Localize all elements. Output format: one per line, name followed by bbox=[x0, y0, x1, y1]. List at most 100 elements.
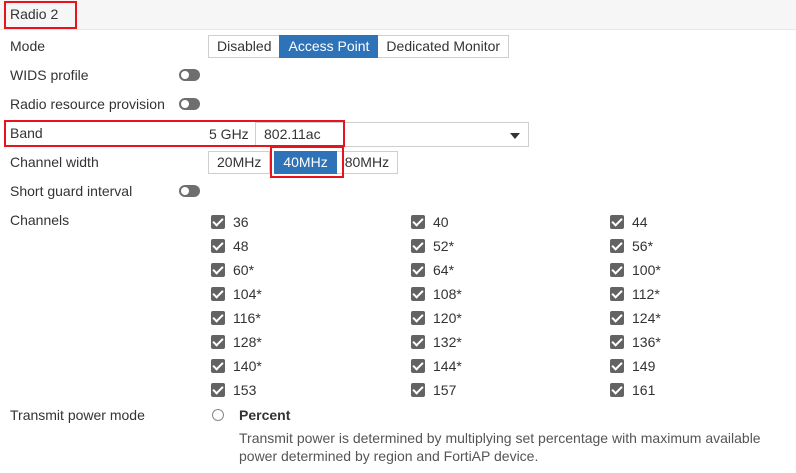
channel-label: 120* bbox=[433, 310, 462, 326]
channel-checkbox-64[interactable]: 64* bbox=[411, 261, 454, 279]
channel-checkbox-157[interactable]: 157 bbox=[411, 381, 456, 399]
channel-checkbox-108[interactable]: 108* bbox=[411, 285, 462, 303]
checkbox-checked-icon bbox=[211, 335, 225, 349]
channel-checkbox-153[interactable]: 153 bbox=[211, 381, 256, 399]
channel-label: 144* bbox=[433, 358, 462, 374]
checkbox-checked-icon bbox=[211, 311, 225, 325]
channel-checkbox-40[interactable]: 40 bbox=[411, 213, 449, 231]
checkbox-checked-icon bbox=[411, 263, 425, 277]
mode-access-point-button[interactable]: Access Point bbox=[279, 35, 379, 58]
checkbox-checked-icon bbox=[610, 215, 624, 229]
checkbox-checked-icon bbox=[211, 287, 225, 301]
checkbox-checked-icon bbox=[411, 359, 425, 373]
channel-label: 100* bbox=[632, 262, 661, 278]
channel-label: 157 bbox=[433, 382, 457, 398]
channel-label: 40 bbox=[433, 214, 449, 230]
transmit-power-mode-label: Transmit power mode bbox=[10, 407, 145, 423]
channel-checkbox-132[interactable]: 132* bbox=[411, 333, 462, 351]
wids-profile-toggle[interactable] bbox=[179, 69, 200, 81]
channel-checkbox-60[interactable]: 60* bbox=[211, 261, 254, 279]
toggle-knob bbox=[181, 71, 189, 79]
checkbox-checked-icon bbox=[610, 239, 624, 253]
checkbox-checked-icon bbox=[610, 359, 624, 373]
transmit-power-description: Transmit power is determined by multiply… bbox=[239, 430, 761, 464]
percent-option-label: Percent bbox=[239, 407, 291, 423]
channel-label: 36 bbox=[233, 214, 249, 230]
channel-checkbox-112[interactable]: 112* bbox=[610, 285, 660, 303]
channel-width-80mhz-button[interactable]: 80MHz bbox=[335, 151, 399, 174]
checkbox-checked-icon bbox=[610, 383, 624, 397]
channel-checkbox-44[interactable]: 44 bbox=[610, 213, 648, 231]
short-guard-interval-label: Short guard interval bbox=[10, 183, 133, 199]
channel-checkbox-140[interactable]: 140* bbox=[211, 357, 262, 375]
channel-label: 48 bbox=[233, 238, 249, 254]
channel-width-20mhz-button[interactable]: 20MHz bbox=[208, 151, 271, 174]
channel-checkbox-116[interactable]: 116* bbox=[211, 309, 261, 327]
checkbox-checked-icon bbox=[610, 263, 624, 277]
channel-label: 124* bbox=[632, 310, 661, 326]
channel-checkbox-144[interactable]: 144* bbox=[411, 357, 462, 375]
channel-label: 136* bbox=[632, 334, 661, 350]
channel-label: 140* bbox=[233, 358, 262, 374]
channel-checkbox-36[interactable]: 36 bbox=[211, 213, 249, 231]
checkbox-checked-icon bbox=[411, 239, 425, 253]
mode-button-group: Disabled Access Point Dedicated Monitor bbox=[208, 35, 510, 58]
checkbox-checked-icon bbox=[411, 287, 425, 301]
percent-radio[interactable] bbox=[212, 409, 224, 421]
mode-label: Mode bbox=[10, 38, 46, 54]
checkbox-checked-icon bbox=[411, 335, 425, 349]
toggle-knob bbox=[181, 187, 189, 195]
checkbox-checked-icon bbox=[610, 335, 624, 349]
checkbox-checked-icon bbox=[411, 215, 425, 229]
channel-label: 56* bbox=[632, 238, 654, 254]
channel-width-label: Channel width bbox=[10, 154, 99, 170]
channel-checkbox-124[interactable]: 124* bbox=[610, 309, 661, 327]
channel-label: 104* bbox=[233, 286, 262, 302]
channel-checkbox-136[interactable]: 136* bbox=[610, 333, 661, 351]
channel-label: 60* bbox=[233, 262, 255, 278]
checkbox-checked-icon bbox=[411, 311, 425, 325]
toggle-knob bbox=[181, 100, 189, 108]
channel-label: 52* bbox=[433, 238, 455, 254]
section-title: Radio 2 bbox=[10, 6, 59, 22]
channel-label: 44 bbox=[632, 214, 648, 230]
channel-checkbox-120[interactable]: 120* bbox=[411, 309, 462, 327]
channel-label: 161 bbox=[632, 382, 656, 398]
channel-checkbox-52[interactable]: 52* bbox=[411, 237, 454, 255]
radio-resource-provision-toggle[interactable] bbox=[179, 98, 200, 110]
channel-label: 132* bbox=[433, 334, 462, 350]
checkbox-checked-icon bbox=[211, 263, 225, 277]
channel-label: 153 bbox=[233, 382, 257, 398]
band-label: Band bbox=[10, 125, 43, 141]
checkbox-checked-icon bbox=[211, 215, 225, 229]
radio-resource-provision-label: Radio resource provision bbox=[10, 96, 165, 112]
band-frequency-prefix: 5 GHz bbox=[209, 126, 249, 142]
mode-disabled-button[interactable]: Disabled bbox=[208, 35, 281, 58]
channel-width-40mhz-button[interactable]: 40MHz bbox=[274, 151, 337, 174]
section-header: Radio 2 bbox=[0, 0, 796, 30]
channel-checkbox-100[interactable]: 100* bbox=[610, 261, 661, 279]
checkbox-checked-icon bbox=[211, 239, 225, 253]
channels-label: Channels bbox=[10, 212, 70, 228]
band-select[interactable]: 802.11ac bbox=[255, 122, 529, 147]
channel-checkbox-104[interactable]: 104* bbox=[211, 285, 262, 303]
band-select-value: 802.11ac bbox=[264, 126, 321, 142]
channel-checkbox-128[interactable]: 128* bbox=[211, 333, 262, 351]
channel-label: 112* bbox=[632, 286, 660, 302]
mode-dedicated-monitor-button[interactable]: Dedicated Monitor bbox=[377, 35, 510, 58]
checkbox-checked-icon bbox=[610, 287, 624, 301]
channel-checkbox-56[interactable]: 56* bbox=[610, 237, 653, 255]
channel-label: 128* bbox=[233, 334, 262, 350]
checkbox-checked-icon bbox=[610, 311, 624, 325]
channel-checkbox-161[interactable]: 161 bbox=[610, 381, 655, 399]
short-guard-interval-toggle[interactable] bbox=[179, 185, 200, 197]
checkbox-checked-icon bbox=[211, 359, 225, 373]
channel-label: 108* bbox=[433, 286, 462, 302]
caret-down-icon bbox=[510, 133, 520, 139]
channel-checkbox-149[interactable]: 149 bbox=[610, 357, 655, 375]
channel-width-button-group: 20MHz 40MHz 80MHz bbox=[208, 151, 399, 174]
checkbox-checked-icon bbox=[211, 383, 225, 397]
channel-label: 116* bbox=[233, 310, 261, 326]
checkbox-checked-icon bbox=[411, 383, 425, 397]
channel-checkbox-48[interactable]: 48 bbox=[211, 237, 249, 255]
